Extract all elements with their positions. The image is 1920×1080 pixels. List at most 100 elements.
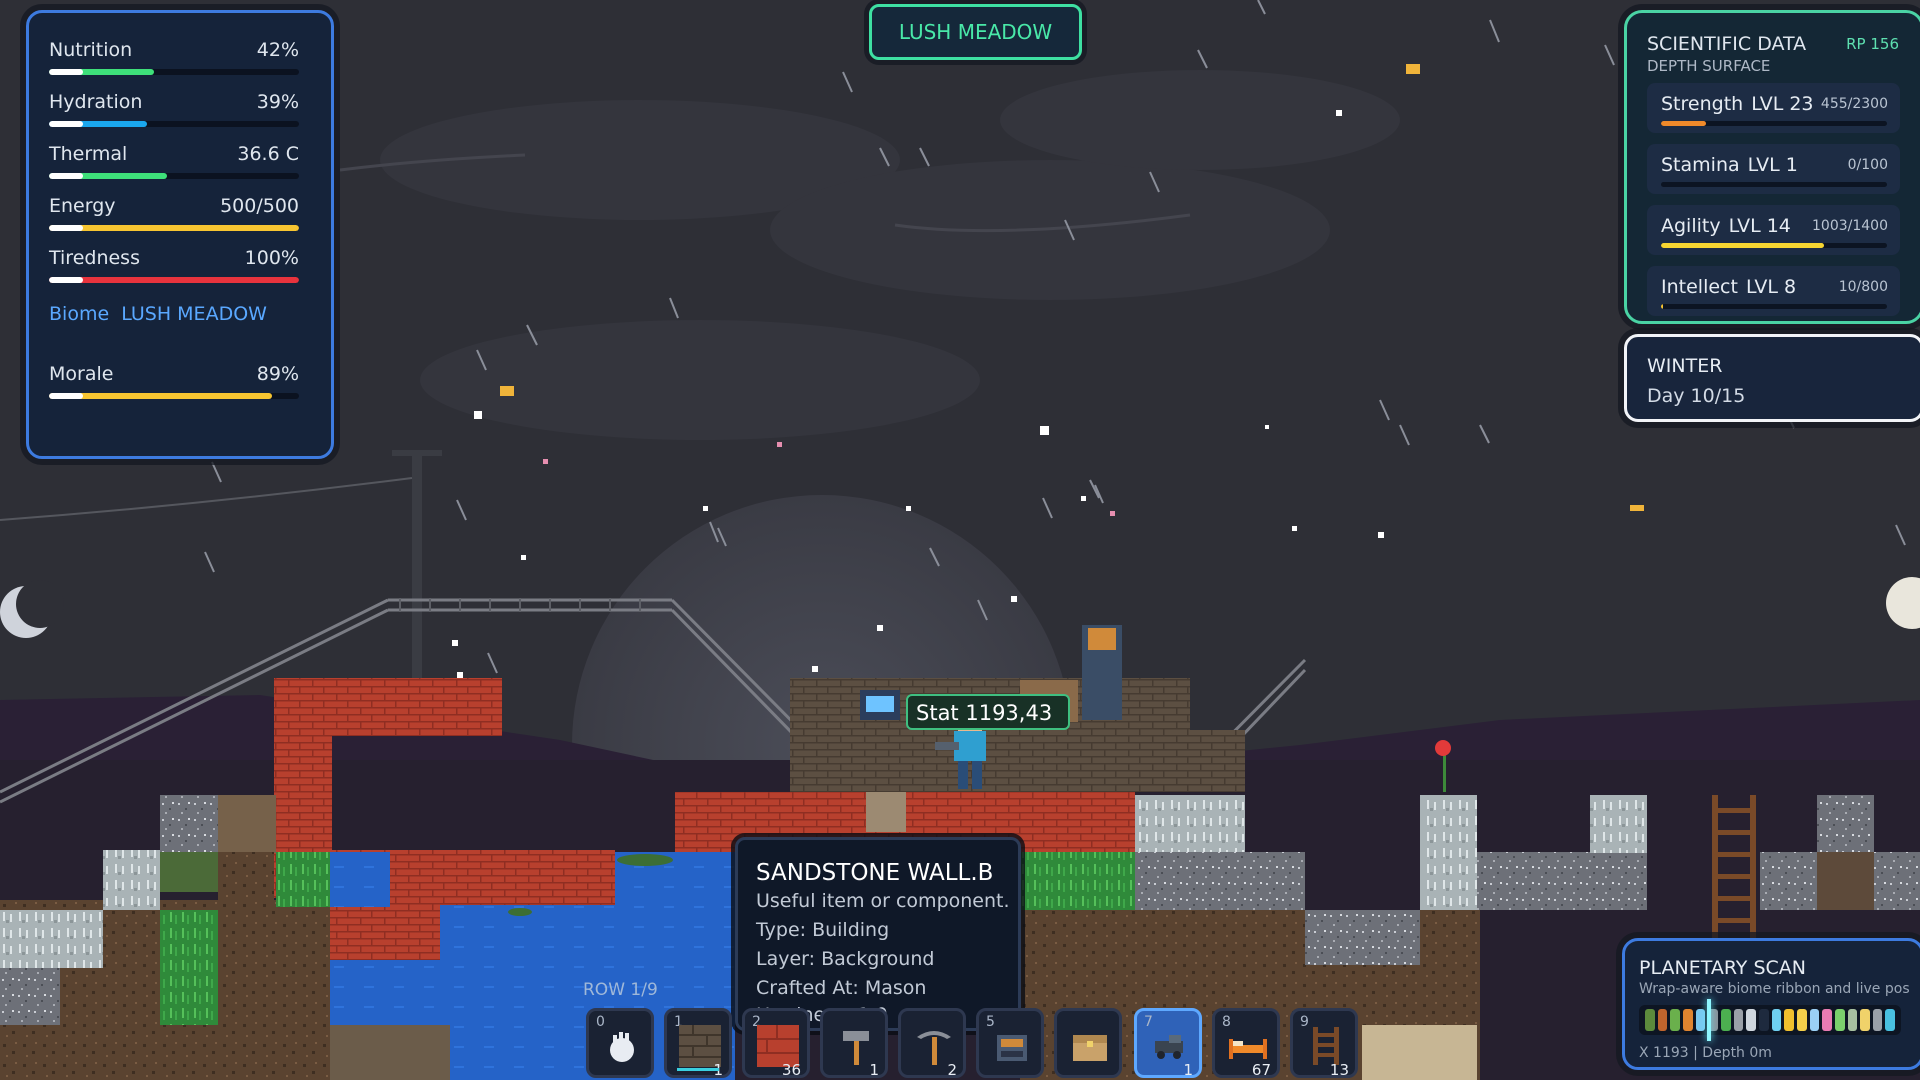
research-points: RP 156: [1846, 35, 1899, 53]
hotbar-slot-5[interactable]: 5: [976, 1008, 1044, 1078]
stat-label: Hydration: [49, 91, 143, 113]
planetary-scan-panel: PLANETARY SCAN Wrap-aware biome ribbon a…: [1622, 938, 1920, 1070]
depth-label: DEPTH SURFACE: [1647, 57, 1771, 75]
selection-bar: [677, 1068, 719, 1071]
hotbar-slot-8[interactable]: 8 67: [1212, 1008, 1280, 1079]
stat-bar: [49, 173, 299, 179]
biome-ribbon-segment: [1771, 1009, 1782, 1031]
stats-panel: Nutrition 42% Hydration 39% Thermal 36.6…: [26, 10, 334, 459]
player-name-tag: Stat 1193,43: [906, 694, 1070, 730]
scan-position: X 1193 | Depth 0m: [1639, 1045, 1772, 1061]
tooltip-title: SANDSTONE WALL.B: [756, 860, 994, 886]
skill-xp: 455/2300: [1820, 96, 1888, 112]
item-tooltip: SANDSTONE WALL.B Useful item or componen…: [735, 837, 1021, 1031]
skill-agility[interactable]: Agility LVL 14 1003/1400: [1647, 205, 1900, 255]
skill-bar-fill: [1661, 121, 1707, 126]
stat-bar: [49, 121, 299, 127]
hotbar-slot-3[interactable]: 1: [820, 1008, 888, 1079]
hand-icon: [601, 1025, 643, 1067]
biome-ribbon-segment: [1645, 1009, 1655, 1031]
biome-ribbon-segment: [1860, 1009, 1870, 1031]
skill-bar-fill: [1661, 243, 1824, 248]
stat-bar-fill: [49, 277, 299, 283]
stat-value: 100%: [244, 247, 299, 269]
biome-value: LUSH MEADOW: [121, 303, 267, 325]
biome-ribbon-segment: [1746, 1009, 1756, 1031]
slot-count: 2: [947, 1061, 957, 1079]
stat-value: 89%: [256, 363, 299, 385]
skill-bar: [1661, 243, 1887, 248]
position-marker-icon: [1707, 999, 1711, 1041]
stat-bar: [49, 393, 299, 399]
stat-bar: [49, 69, 299, 75]
skill-name: Intellect: [1661, 276, 1738, 298]
skill-name-row: Strength LVL 23: [1661, 93, 1814, 115]
hotbar-slot-9[interactable]: 9 13: [1290, 1008, 1358, 1079]
skill-bar: [1661, 121, 1887, 126]
hotbar-slot-4[interactable]: 2: [898, 1008, 966, 1079]
biome-ribbon-segment: [1720, 1009, 1731, 1031]
biome-ribbon-segment: [1733, 1009, 1744, 1031]
hotbar-slot-0[interactable]: 0: [586, 1008, 654, 1078]
machine-icon: [991, 1025, 1033, 1067]
skill-name: Agility: [1661, 215, 1721, 237]
skill-level: LVL 8: [1745, 276, 1797, 298]
tooltip-layer: Layer: Background: [756, 948, 935, 970]
slot-count: 67: [1251, 1061, 1271, 1079]
biome-ribbon[interactable]: [1639, 1005, 1901, 1035]
biome-label: Biome: [49, 303, 110, 325]
skill-name-row: Agility LVL 14: [1661, 215, 1791, 237]
stat-bar: [49, 277, 299, 283]
biome-ribbon-segment: [1695, 1009, 1706, 1031]
stat-label: Energy: [49, 195, 116, 217]
scientific-data-title: SCIENTIFIC DATA: [1647, 33, 1807, 55]
tooltip-description: Useful item or component.: [756, 890, 1010, 912]
biome-ribbon-segment: [1834, 1009, 1845, 1031]
chest-icon: [1069, 1025, 1111, 1067]
hotbar-slot-6[interactable]: [1054, 1008, 1122, 1078]
stat-label: Nutrition: [49, 39, 133, 61]
stat-bar-fill: [49, 173, 167, 179]
stat-label: Thermal: [49, 143, 128, 165]
skill-name: Stamina: [1661, 154, 1740, 176]
biome-indicator: Biome LUSH MEADOW: [49, 303, 267, 325]
scientific-data-panel: SCIENTIFIC DATA DEPTH SURFACE RP 156 Str…: [1624, 10, 1920, 324]
biome-ribbon-segment: [1822, 1009, 1832, 1031]
stat-label: Morale: [49, 363, 114, 385]
stat-label: Tiredness: [49, 247, 140, 269]
skill-level: LVL 14: [1728, 215, 1791, 237]
season-name: WINTER: [1647, 355, 1723, 377]
skill-xp: 10/800: [1838, 279, 1888, 295]
hotbar-slot-1[interactable]: 11: [664, 1008, 732, 1079]
biome-ribbon-segment: [1682, 1009, 1693, 1031]
season-day: Day 10/15: [1647, 385, 1746, 407]
skill-bar: [1661, 182, 1887, 187]
planetary-scan-subtitle: Wrap-aware biome ribbon and live pos: [1639, 981, 1910, 997]
stat-value: 39%: [256, 91, 299, 113]
slot-count: 1: [1183, 1061, 1193, 1079]
skill-name-row: Stamina LVL 1: [1661, 154, 1798, 176]
hotbar-slot-7[interactable]: 71: [1134, 1008, 1202, 1079]
hotbar-slot-2[interactable]: 2 36: [742, 1008, 810, 1079]
slot-count: 36: [781, 1061, 801, 1079]
stat-value: 42%: [256, 39, 299, 61]
zone-title: LUSH MEADOW: [869, 4, 1082, 60]
biome-ribbon-segment: [1670, 1009, 1680, 1031]
stat-value: 36.6 C: [237, 143, 299, 165]
skill-stamina[interactable]: Stamina LVL 1 0/100: [1647, 144, 1900, 194]
biome-ribbon-segment: [1758, 1009, 1769, 1031]
stat-bar: [49, 225, 299, 231]
skill-level: LVL 1: [1747, 154, 1798, 176]
skill-intellect[interactable]: Intellect LVL 8 10/800: [1647, 266, 1900, 316]
biome-ribbon-segment: [1872, 1009, 1883, 1031]
tooltip-type: Type: Building: [756, 919, 890, 941]
skill-xp: 1003/1400: [1812, 218, 1888, 234]
skill-strength[interactable]: Strength LVL 23 455/2300: [1647, 83, 1900, 133]
biome-ribbon-segment: [1784, 1009, 1794, 1031]
planetary-scan-title: PLANETARY SCAN: [1639, 957, 1806, 979]
slot-count: 13: [1329, 1061, 1349, 1079]
biome-ribbon-segment: [1847, 1009, 1858, 1031]
skill-level: LVL 23: [1751, 93, 1814, 115]
stat-bar-fill: [49, 121, 147, 127]
stat-bar-fill: [49, 393, 272, 399]
